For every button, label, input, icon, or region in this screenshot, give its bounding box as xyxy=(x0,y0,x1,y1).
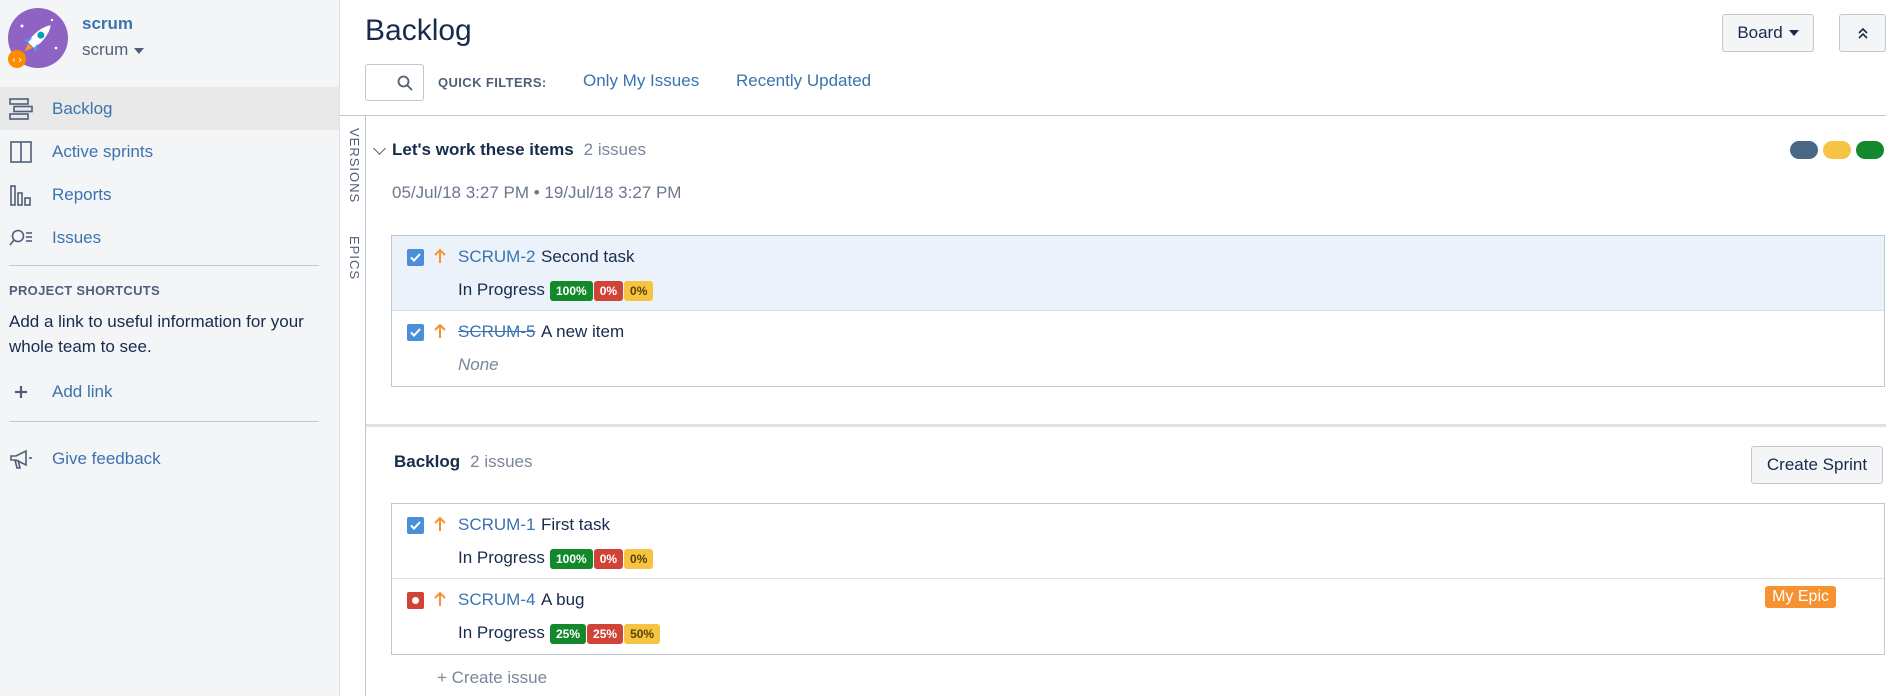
svg-text:‹›: ‹› xyxy=(11,55,23,66)
sidebar-divider xyxy=(9,421,319,422)
tab-versions[interactable]: VERSIONS xyxy=(344,128,362,203)
status-pill-done xyxy=(1856,141,1884,159)
board-button[interactable]: Board xyxy=(1722,14,1814,52)
issue-summary: A new item xyxy=(541,322,625,341)
megaphone-icon xyxy=(8,446,34,472)
backlog-issue-count: 2 issues xyxy=(470,452,533,471)
plus-icon xyxy=(8,379,34,405)
tab-epics[interactable]: EPICS xyxy=(344,236,362,280)
issue-row[interactable]: SCRUM-1 First task In Progress 100% 0% 0% xyxy=(392,504,1884,579)
bug-icon xyxy=(407,592,424,609)
progress-segment: 0% xyxy=(593,549,624,569)
priority-high-arrow-icon xyxy=(434,591,446,612)
backlog-icon xyxy=(8,96,34,122)
create-issue-button[interactable]: + Create issue xyxy=(437,668,547,688)
progress-segment: 0% xyxy=(624,281,654,301)
priority-high-arrow-icon xyxy=(434,323,446,344)
sidebar-item-label: Backlog xyxy=(52,98,113,118)
epic-lozenge[interactable]: My Epic xyxy=(1765,586,1836,608)
progress-bars: 100% 0% 0% xyxy=(550,549,654,569)
sidebar-item-active-sprints[interactable]: Active sprints xyxy=(0,130,339,173)
task-checkbox-icon xyxy=(407,517,424,534)
create-sprint-button[interactable]: Create Sprint xyxy=(1751,446,1883,484)
collapse-header-button[interactable] xyxy=(1839,14,1886,52)
project-name[interactable]: scrum xyxy=(82,14,133,34)
status-pill-todo xyxy=(1790,141,1818,159)
status-pill-in-progress xyxy=(1823,141,1851,159)
issue-summary: First task xyxy=(541,515,610,534)
progress-segment: 0% xyxy=(593,281,624,301)
sprint-issue-list: SCRUM-2 Second task In Progress 100% 0% 0% SCR… xyxy=(391,235,1885,387)
progress-segment: 50% xyxy=(624,624,661,644)
progress-segment: 100% xyxy=(550,549,593,569)
chevron-down-icon xyxy=(1788,30,1799,36)
backlog-name: Backlog xyxy=(394,452,461,471)
progress-bars: 25% 25% 50% xyxy=(550,624,661,644)
give-feedback-label: Give feedback xyxy=(52,449,161,468)
project-type-label: scrum xyxy=(82,40,129,59)
progress-segment: 100% xyxy=(550,281,593,301)
sidebar-item-label: Issues xyxy=(52,227,102,247)
issue-key[interactable]: SCRUM-5 xyxy=(458,322,535,342)
sprint-name: Let's work these items xyxy=(392,140,574,159)
sidebar-item-reports[interactable]: Reports xyxy=(0,173,339,216)
add-link-button[interactable]: Add link xyxy=(8,377,112,407)
search-input[interactable] xyxy=(365,64,424,101)
board-button-label: Board xyxy=(1737,23,1783,42)
quick-filter-recently-updated[interactable]: Recently Updated xyxy=(736,71,871,91)
search-icon xyxy=(397,75,413,91)
section-divider xyxy=(366,424,1886,427)
backlog-issue-list: SCRUM-1 First task In Progress 100% 0% 0% SCRU… xyxy=(391,503,1885,655)
issue-row[interactable]: SCRUM-5 A new item None xyxy=(392,311,1884,386)
issue-status: In Progress xyxy=(458,623,545,642)
sidebar-item-issues[interactable]: Issues xyxy=(0,216,339,259)
page-title: Backlog xyxy=(365,14,472,47)
issue-key[interactable]: SCRUM-1 xyxy=(458,515,535,535)
issue-key[interactable]: SCRUM-4 xyxy=(458,590,535,610)
sidebar-item-label: Active sprints xyxy=(52,141,154,161)
issue-key[interactable]: SCRUM-2 xyxy=(458,247,535,267)
project-shortcuts-title: PROJECT SHORTCUTS xyxy=(9,283,161,298)
issues-search-icon xyxy=(8,225,34,251)
priority-high-arrow-icon xyxy=(434,516,446,537)
issue-row[interactable]: SCRUM-2 Second task In Progress 100% 0% 0% xyxy=(392,236,1884,311)
reports-icon xyxy=(8,182,34,208)
issue-summary: A bug xyxy=(541,590,585,609)
sidebar-divider xyxy=(9,265,319,266)
issue-status: In Progress xyxy=(458,280,545,299)
issue-summary: Second task xyxy=(541,247,635,266)
chevron-down-icon xyxy=(134,47,145,54)
board-icon xyxy=(8,139,34,165)
sprint-issue-count: 2 issues xyxy=(583,140,647,159)
backlog-header[interactable]: Backlog 2 issues xyxy=(394,452,533,472)
sidebar-item-label: Reports xyxy=(52,184,112,204)
give-feedback-button[interactable]: Give feedback xyxy=(8,444,161,474)
sprint-dates: 05/Jul/18 3:27 PM • 19/Jul/18 3:27 PM xyxy=(392,183,682,202)
quick-filter-only-my-issues[interactable]: Only My Issues xyxy=(583,71,699,91)
task-checkbox-icon xyxy=(407,249,424,266)
issue-status: In Progress xyxy=(458,548,545,567)
double-chevron-up-icon xyxy=(1857,27,1868,39)
project-sidebar: ‹› scrum scrum Backlog Active sprints Re… xyxy=(0,0,340,696)
sidebar-item-backlog[interactable]: Backlog xyxy=(0,87,339,130)
sprint-header[interactable]: Let's work these items 2 issues xyxy=(392,140,646,160)
progress-bars: 100% 0% 0% xyxy=(550,281,654,301)
sidebar-nav: Backlog Active sprints Reports Issues xyxy=(0,87,339,259)
project-type-dropdown[interactable]: scrum xyxy=(82,40,145,60)
progress-segment: 0% xyxy=(624,549,654,569)
priority-high-arrow-icon xyxy=(434,248,446,269)
project-shortcuts-description: Add a link to useful information for you… xyxy=(9,312,304,356)
issue-status: None xyxy=(458,355,499,374)
progress-segment: 25% xyxy=(550,624,587,644)
progress-segment: 25% xyxy=(587,624,624,644)
quick-filters-label: QUICK FILTERS: xyxy=(438,75,547,90)
project-avatar-rocket-icon[interactable]: ‹› xyxy=(8,8,68,68)
task-checkbox-icon xyxy=(407,324,424,341)
issue-row[interactable]: SCRUM-4 A bug In Progress 25% 25% 50% My Epic xyxy=(392,579,1884,654)
add-link-label: Add link xyxy=(52,382,113,401)
